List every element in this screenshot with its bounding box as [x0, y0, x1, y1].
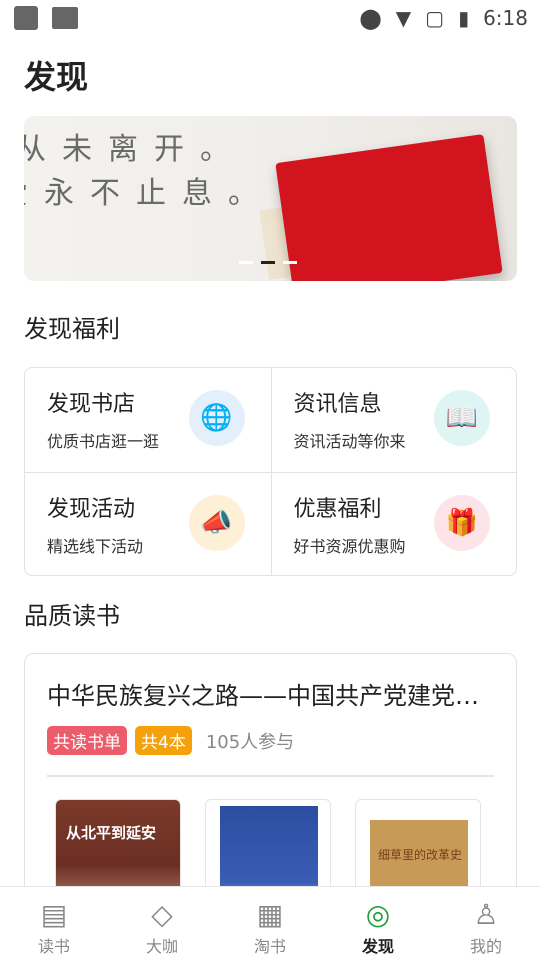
nav-label: 读书 — [37, 937, 70, 956]
participant-count: 105人参与 — [205, 731, 295, 753]
book-cover-title: 细草里的改革史 — [378, 848, 463, 862]
app-notification-icon — [14, 6, 38, 30]
benefits-grid: 发现书店 优质书店逛一逛 🌐 资讯信息 资讯活动等你来 📖 发现活动 精选线下活… — [24, 367, 517, 576]
benefit-item-activities[interactable]: 发现活动 精选线下活动 📣 — [25, 471, 271, 576]
battery-icon: ▮ — [458, 6, 470, 30]
benefit-item-news[interactable]: 资讯信息 资讯活动等你来 📖 — [270, 368, 517, 472]
carousel-dot — [239, 261, 253, 264]
image-notification-icon — [52, 7, 78, 29]
carousel-dot-active — [261, 261, 275, 264]
location-icon: ⬤ — [359, 6, 382, 30]
reading-list-tags: 共读书单 共4本 105人参与 — [47, 726, 294, 755]
quality-reading-heading: 品质读书 — [24, 602, 120, 630]
tag-book-count: 共4本 — [135, 726, 192, 755]
banner-book-image — [275, 134, 503, 281]
book-icon: ▤ — [40, 897, 68, 931]
banner-text-line-2: 爱永不止息。 — [24, 176, 274, 211]
no-sim-icon: ▢ — [425, 6, 445, 30]
carousel-dot — [283, 261, 297, 264]
tag-shared-list: 共读书单 — [47, 726, 127, 755]
diamond-icon: ◇ — [151, 897, 173, 931]
grid-icon: ▦ — [256, 897, 284, 931]
nav-label: 发现 — [361, 937, 394, 956]
status-bar: ⬤ ▼ ▢ ▮ 6:18 — [0, 0, 540, 36]
user-icon: ♙ — [473, 897, 499, 931]
nav-item-experts[interactable]: ◇ 大咖 — [112, 887, 212, 961]
compass-icon: ◎ — [365, 897, 391, 931]
banner-text-line-1: 从未离开。 — [24, 132, 246, 167]
clock-time: 6:18 — [483, 6, 528, 30]
reading-list-title: 中华民族复兴之路——中国共产党建党… — [47, 682, 479, 710]
bottom-navigation: ▤ 读书 ◇ 大咖 ▦ 淘书 ◎ 发现 ♙ 我的 — [0, 886, 540, 961]
nav-label: 我的 — [469, 937, 502, 956]
nav-item-me[interactable]: ♙ 我的 — [436, 887, 536, 961]
benefit-item-discounts[interactable]: 优惠福利 好书资源优惠购 🎁 — [270, 471, 516, 575]
open-book-icon: 📖 — [434, 390, 490, 446]
megaphone-icon: 📣 — [188, 494, 245, 551]
book-cover-title: 从北平到延安 — [66, 824, 157, 842]
benefits-heading: 发现福利 — [24, 315, 120, 343]
reading-list-card[interactable]: 中华民族复兴之路——中国共产党建党… 共读书单 共4本 105人参与 从北平到延… — [24, 653, 517, 913]
nav-label: 大咖 — [145, 937, 178, 956]
benefit-item-bookstore[interactable]: 发现书店 优质书店逛一逛 🌐 — [25, 368, 271, 472]
page-title: 发现 — [24, 58, 89, 96]
nav-item-read[interactable]: ▤ 读书 — [4, 887, 104, 961]
gift-icon: 🎁 — [434, 494, 490, 551]
nav-label: 淘书 — [253, 937, 286, 956]
globe-chat-icon: 🌐 — [188, 390, 245, 446]
carousel-indicator — [239, 261, 297, 264]
divider — [47, 775, 494, 777]
nav-item-discover[interactable]: ◎ 发现 — [328, 887, 428, 961]
promo-banner[interactable]: 从未离开。 爱永不止息。 — [24, 116, 517, 281]
wifi-icon: ▼ — [395, 6, 412, 30]
nav-item-shop[interactable]: ▦ 淘书 — [220, 887, 320, 961]
